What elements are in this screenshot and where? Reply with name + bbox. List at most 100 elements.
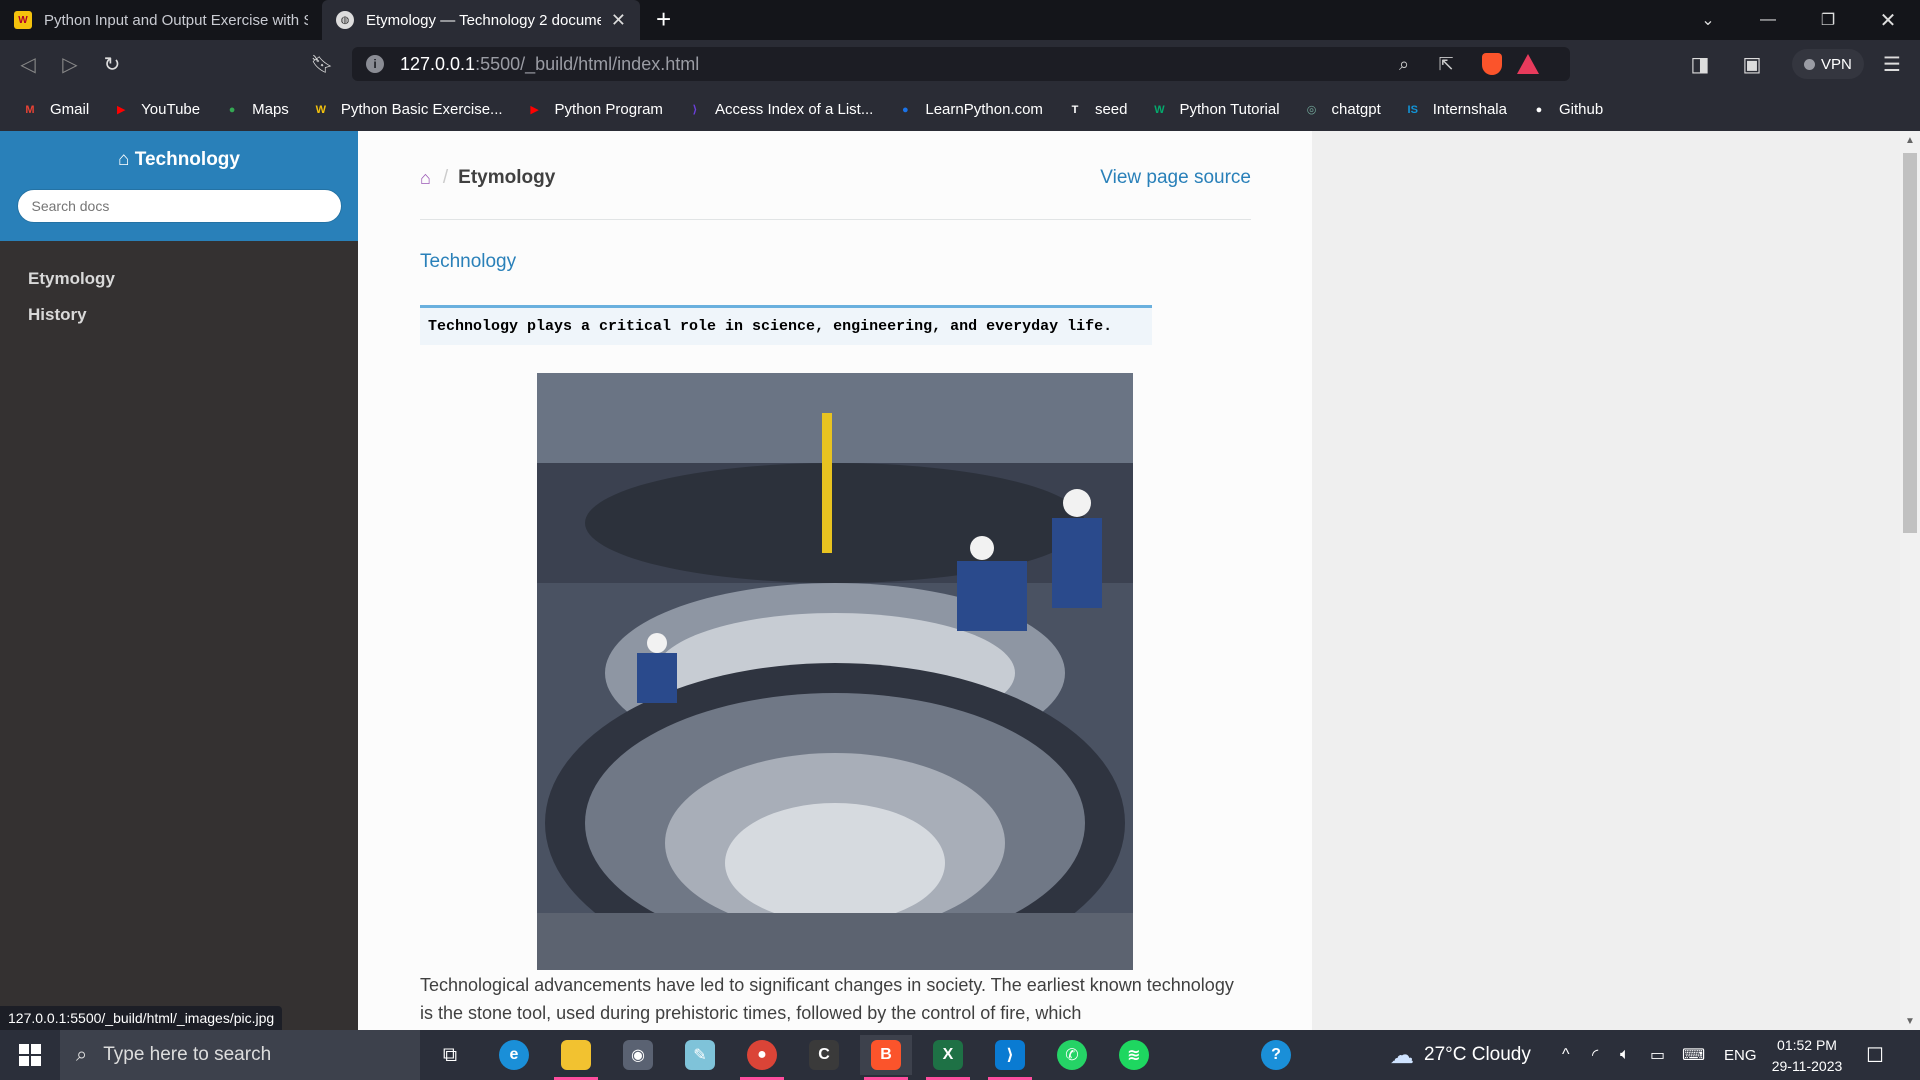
view-source-link[interactable]: View page source	[1100, 167, 1251, 189]
vpn-label: VPN	[1821, 55, 1852, 73]
brave-shields-icon[interactable]	[1478, 53, 1506, 75]
file-explorer-button[interactable]	[550, 1035, 602, 1080]
taskbar: ⌕ Type here to search ⧉ e ◉ ✎ ● C B X ⟩ …	[0, 1030, 1920, 1080]
address-bar[interactable]: i 127.0.0.1:5500/_build/html/index.html …	[352, 47, 1570, 81]
notification-icon[interactable]: ☐	[1866, 1030, 1884, 1080]
bookmark-item[interactable]: ▶ Python Program	[525, 100, 663, 120]
site-icon: ⟩	[692, 104, 698, 116]
clock-date: 29-11-2023	[1771, 1058, 1843, 1074]
language-indicator[interactable]: ENG	[1724, 1030, 1757, 1080]
chrome-button[interactable]: ●	[736, 1035, 788, 1080]
browser-chrome: W Python Input and Output Exercise with …	[0, 0, 1920, 131]
w3resource-icon: W	[14, 11, 32, 29]
terminal-button[interactable]: C	[798, 1035, 850, 1075]
home-icon[interactable]: ⌂	[420, 168, 431, 189]
brave-rewards-icon[interactable]	[1514, 53, 1542, 75]
vpn-status-icon	[1804, 58, 1815, 70]
sidebar-toggle-icon[interactable]: ◨	[1684, 48, 1716, 80]
weather-text: 27°C Cloudy	[1424, 1044, 1531, 1065]
whatsapp-button[interactable]: ✆	[1046, 1035, 1098, 1075]
edge-button[interactable]: e	[488, 1035, 540, 1075]
zoom-icon[interactable]: ⌕	[1390, 53, 1418, 75]
keyboard-icon[interactable]: ⌨	[1682, 1030, 1705, 1080]
sidebar-menu: Etymology History	[0, 241, 358, 333]
excel-button[interactable]: X	[922, 1035, 974, 1080]
camera-button[interactable]: ◉	[612, 1035, 664, 1075]
clock[interactable]: 01:52 PM 29-11-2023	[1762, 1035, 1852, 1077]
share-icon[interactable]: ⇱	[1432, 53, 1460, 75]
start-button[interactable]	[0, 1030, 60, 1080]
sidebar-item-etymology[interactable]: Etymology	[0, 261, 358, 297]
bookmark-label: Python Basic Exercise...	[340, 101, 503, 118]
vscode-button[interactable]: ⟩	[984, 1035, 1036, 1080]
clock-time: 01:52 PM	[1777, 1037, 1837, 1053]
bookmark-item[interactable]: IS Internshala	[1403, 100, 1507, 120]
tab-search-chevron-icon[interactable]: ⌄	[1678, 0, 1738, 40]
excel-icon: X	[933, 1040, 963, 1070]
minimize-button[interactable]: —	[1738, 0, 1798, 40]
bookmark-label: LearnPython.com	[925, 101, 1043, 118]
help-icon: ?	[1261, 1040, 1291, 1070]
taskbar-search[interactable]: ⌕ Type here to search	[60, 1030, 420, 1080]
chatgpt-icon: ◎	[1306, 104, 1317, 116]
wallet-icon[interactable]: ▣	[1736, 48, 1768, 80]
bookmark-label: Maps	[252, 101, 289, 118]
task-view-button[interactable]: ⧉	[424, 1035, 476, 1075]
bookmark-item[interactable]: ◎ chatgpt	[1302, 100, 1381, 120]
project-name: Technology	[134, 149, 240, 170]
bookmark-item[interactable]: ● LearnPython.com	[895, 100, 1043, 120]
scrollbar-thumb[interactable]	[1903, 153, 1917, 533]
scroll-up-arrow[interactable]: ▲	[1900, 131, 1920, 149]
bookmark-label: Access Index of a List...	[714, 101, 874, 118]
cloud-icon: ☁	[1390, 1041, 1414, 1069]
project-home-link[interactable]: ⌂ Technology	[0, 149, 358, 171]
sidebar-item-history[interactable]: History	[0, 297, 358, 333]
bookmark-item[interactable]: ⟩ Access Index of a List...	[685, 100, 873, 120]
wifi-icon[interactable]: ◜	[1592, 1030, 1598, 1080]
tab-etymology[interactable]: ◍ Etymology — Technology 2 docume ✕	[322, 0, 640, 40]
bookmark-item[interactable]: M Gmail	[20, 100, 89, 120]
back-button[interactable]: ◁	[12, 48, 44, 80]
turbine-illustration	[537, 373, 1133, 970]
spotify-button[interactable]: ≋	[1108, 1035, 1160, 1075]
bookmark-item[interactable]: W Python Basic Exercise...	[311, 100, 503, 120]
menu-icon[interactable]: ☰	[1876, 48, 1908, 80]
bookmarks-bar: M Gmail ▶ YouTube ● Maps W Python Basic Exercis…	[0, 88, 1920, 131]
vpn-button[interactable]: VPN	[1792, 49, 1864, 79]
search-docs-input[interactable]	[16, 189, 342, 223]
maps-icon: ●	[228, 103, 236, 116]
reload-button[interactable]: ↻	[96, 48, 128, 80]
brave-button[interactable]: B	[860, 1035, 912, 1080]
close-window-button[interactable]: ✕	[1858, 0, 1918, 40]
breadcrumb-current: Etymology	[458, 167, 556, 188]
technology-link[interactable]: Technology	[420, 251, 516, 273]
restore-button[interactable]: ❐	[1798, 0, 1858, 40]
bookmark-item[interactable]: ● Github	[1529, 100, 1604, 120]
help-button[interactable]: ?	[1250, 1035, 1302, 1075]
bookmark-item[interactable]: ▶ YouTube	[111, 100, 200, 120]
scroll-down-arrow[interactable]: ▼	[1900, 1012, 1920, 1030]
sidebar-header: ⌂ Technology	[0, 131, 358, 241]
close-tab-icon[interactable]: ✕	[611, 10, 626, 31]
camera-icon: ◉	[623, 1040, 653, 1070]
battery-icon[interactable]: ▭	[1650, 1030, 1665, 1080]
weather-widget[interactable]: ☁ 27°C Cloudy	[1390, 1030, 1531, 1080]
forward-button[interactable]: ▷	[54, 48, 86, 80]
windows-icon	[19, 1044, 41, 1066]
tab-python-exercise[interactable]: W Python Input and Output Exercise with …	[0, 0, 322, 40]
bookmark-item[interactable]: W Python Tutorial	[1149, 100, 1279, 120]
bookmark-item[interactable]: ● Maps	[222, 100, 289, 120]
new-tab-button[interactable]: +	[656, 4, 671, 35]
site-info-icon[interactable]: i	[366, 55, 384, 73]
bookmark-item[interactable]: Tseed	[1065, 100, 1128, 120]
status-url: 127.0.0.1:5500/_build/html/_images/pic.j…	[0, 1006, 283, 1030]
turbine-image[interactable]	[537, 373, 1133, 970]
body-paragraph: Technological advancements have led to s…	[420, 975, 1234, 1023]
github-icon: ●	[1535, 103, 1543, 116]
bookmark-icon[interactable]: 🔖︎	[306, 48, 338, 80]
show-hidden-icons[interactable]: ^	[1562, 1030, 1570, 1080]
notes-button[interactable]: ✎	[674, 1035, 726, 1075]
volume-icon[interactable]: 🔈︎	[1620, 1030, 1630, 1080]
bookmark-label: Python Program	[554, 101, 663, 118]
page-gutter	[1312, 131, 1900, 1030]
